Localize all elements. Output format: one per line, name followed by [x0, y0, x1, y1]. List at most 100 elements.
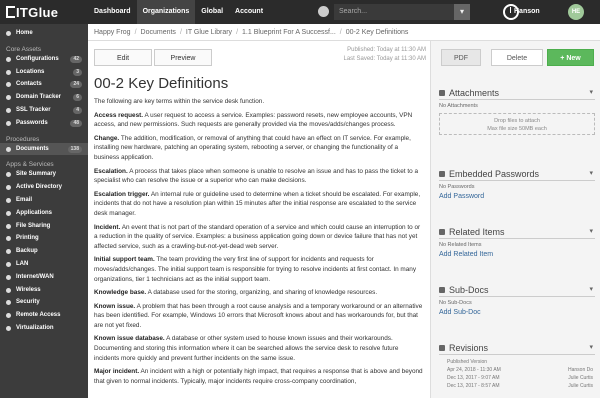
user-name: Hanson — [514, 8, 540, 15]
chevron-down-icon[interactable]: ▾ — [589, 284, 593, 296]
sidebar-item-internet-wan[interactable]: Internet/WAN — [0, 271, 88, 284]
sidebar-item-site-summary[interactable]: Site Summary — [0, 168, 88, 181]
breadcrumb-org[interactable]: Happy Frog — [94, 29, 131, 36]
definition: Major incident. An incident with a high … — [94, 367, 424, 386]
doc-meta: Published: Today at 11:30 AM Last Saved:… — [320, 46, 427, 64]
pdf-button[interactable]: PDF — [441, 49, 481, 66]
avatar[interactable]: HE — [568, 4, 584, 20]
breadcrumb-current: 00-2 Key Definitions — [345, 29, 409, 36]
term: Escalation trigger. — [94, 190, 150, 198]
sidebar-item-label: Email — [16, 196, 33, 203]
count-badge: 3 — [73, 68, 82, 76]
delete-button[interactable]: Delete — [491, 49, 543, 66]
sidebar-item-label: Contacts — [16, 81, 42, 88]
sidebar-item-label: Domain Tracker — [16, 94, 62, 101]
nav-global[interactable]: Global — [195, 0, 229, 24]
definition: Escalation. A process that takes place w… — [94, 167, 424, 186]
virtualization-icon — [6, 325, 11, 331]
sidebar-item-ssl-tracker[interactable]: SSL Tracker 4 — [0, 104, 88, 117]
revision-date: Dec 13, 2017 - 9:07 AM — [447, 375, 500, 381]
add-related-item-link[interactable]: Add Related Item — [439, 251, 595, 258]
add-password-link[interactable]: Add Password — [439, 193, 595, 200]
sidebar-item-label: Printing — [16, 235, 39, 242]
sidebar-item-applications[interactable]: Applications — [0, 207, 88, 220]
sidebar-item-backup[interactable]: Backup — [0, 245, 88, 258]
filter-icon[interactable]: ▾ — [454, 4, 470, 20]
chevron-down-icon[interactable]: ▾ — [589, 87, 593, 99]
itglue-logo[interactable]: ITGlue — [6, 5, 58, 20]
sidebar-item-contacts[interactable]: Contacts 24 — [0, 78, 88, 91]
passwords-empty: No Passwords — [439, 184, 475, 190]
sidebar-item-wireless[interactable]: Wireless — [0, 284, 88, 297]
sidebar-item-documents[interactable]: Documents 138 — [0, 142, 88, 156]
definition: Known issue database. A database or othe… — [94, 334, 424, 363]
related-header[interactable]: Related Items ▾ — [439, 226, 595, 239]
term-def: A database used for the storing, organiz… — [147, 289, 378, 297]
shield-icon — [6, 300, 11, 306]
search-input[interactable]: Search... ▾ — [334, 4, 470, 20]
definition: Initial support team. The team providing… — [94, 255, 424, 284]
sidebar: Home Core Assets Configurations 42 Locati… — [0, 24, 88, 398]
nav-account[interactable]: Account — [229, 0, 269, 24]
sidebar-item-virtualization[interactable]: Virtualization — [0, 322, 88, 335]
sidebar-item-passwords[interactable]: Passwords 48 — [0, 117, 88, 130]
breadcrumb-documents[interactable]: Documents — [141, 29, 176, 36]
revision-row[interactable]: Apr 24, 2018 - 11:30 AM Hanson Do — [439, 366, 595, 374]
sidebar-item-label: Remote Access — [16, 312, 61, 319]
revision-row[interactable]: Dec 13, 2017 - 9:07 AM Julie Curtis — [439, 374, 595, 382]
revisions-header[interactable]: Revisions ▾ — [439, 342, 595, 355]
tab-edit[interactable]: Edit — [94, 49, 152, 66]
lan-icon — [6, 261, 11, 267]
sidebar-item-label: Documents — [16, 145, 49, 152]
domain-icon — [6, 95, 11, 101]
user-menu[interactable]: Hanson HE — [514, 0, 600, 24]
sidebar-item-email[interactable]: Email — [0, 194, 88, 207]
file-sharing-icon — [6, 223, 11, 229]
count-badge: 24 — [70, 81, 82, 89]
sidebar-item-label: Applications — [16, 209, 53, 216]
subdocs-header[interactable]: Sub-Docs ▾ — [439, 284, 595, 297]
sidebar-section-procedures: Procedures — [6, 135, 40, 143]
nav-organizations[interactable]: Organizations — [136, 0, 196, 24]
wireless-icon — [6, 287, 11, 293]
search-placeholder: Search... — [339, 8, 368, 15]
sidebar-item-active-directory[interactable]: Active Directory — [0, 181, 88, 194]
chevron-down-icon[interactable]: ▾ — [589, 342, 593, 354]
count-badge: 4 — [73, 106, 82, 114]
sidebar-item-file-sharing[interactable]: File Sharing — [0, 220, 88, 233]
top-nav: Dashboard Organizations Global Account — [88, 0, 269, 24]
tab-preview[interactable]: Preview — [154, 49, 212, 66]
sidebar-item-security[interactable]: Security — [0, 296, 88, 309]
new-button[interactable]: + New — [547, 49, 594, 66]
term-def: An incident with a high or potentially h… — [94, 368, 423, 385]
term: Major incident. — [94, 368, 140, 376]
published-version[interactable]: Published Version — [439, 358, 595, 366]
sidebar-item-lan[interactable]: LAN — [0, 258, 88, 271]
globe-icon[interactable] — [318, 6, 329, 17]
sidebar-item-home[interactable]: Home — [0, 27, 88, 40]
sidebar-item-configurations[interactable]: Configurations 42 — [0, 53, 88, 66]
sidebar-item-label: Configurations — [16, 55, 59, 62]
breadcrumb-library[interactable]: IT Glue Library — [186, 29, 232, 36]
revision-row[interactable]: Dec 13, 2017 - 8:57 AM Julie Curtis — [439, 382, 595, 390]
passwords-header[interactable]: Embedded Passwords ▾ — [439, 168, 595, 181]
add-subdoc-link[interactable]: Add Sub-Doc — [439, 309, 595, 316]
sidebar-item-locations[interactable]: Locations 3 — [0, 66, 88, 79]
location-icon — [6, 69, 11, 75]
configurations-icon — [6, 56, 11, 62]
chevron-down-icon[interactable]: ▾ — [589, 226, 593, 238]
sidebar-item-printing[interactable]: Printing — [0, 232, 88, 245]
sidebar-item-remote-access[interactable]: Remote Access — [0, 309, 88, 322]
sidebar-item-label: File Sharing — [16, 222, 51, 229]
nav-dashboard[interactable]: Dashboard — [88, 0, 137, 24]
chevron-down-icon[interactable]: ▾ — [589, 168, 593, 180]
panel-title: Embedded Passwords — [449, 169, 540, 179]
attachments-header[interactable]: Attachments ▾ — [439, 87, 595, 100]
applications-icon — [6, 210, 11, 216]
sidebar-item-label: Security — [16, 299, 40, 306]
file-dropzone[interactable]: Drop files to attach Max file size 50MB e… — [439, 113, 595, 135]
sidebar-item-domain-tracker[interactable]: Domain Tracker 6 — [0, 91, 88, 104]
sidebar-item-label: Internet/WAN — [16, 273, 54, 280]
term-def: A problem that has been through a root c… — [94, 302, 423, 329]
breadcrumb-folder[interactable]: 1.1 Blueprint For A Successf... — [242, 29, 336, 36]
